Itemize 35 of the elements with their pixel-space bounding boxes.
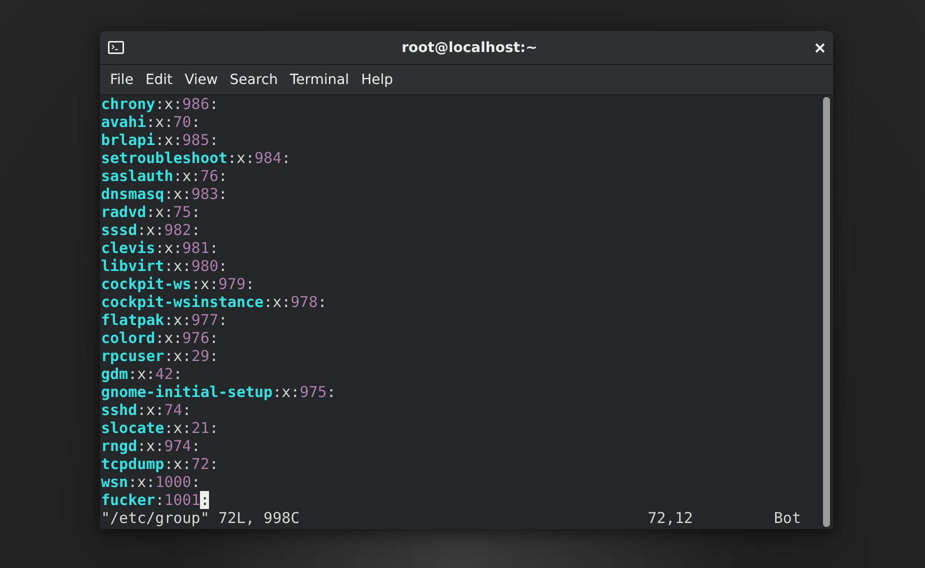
terminal-line: setroubleshoot:x:984: [101,149,292,167]
terminal-line: tcpdump:x:72: [101,455,220,473]
terminal-line: flatpak:x:977: [101,311,228,329]
terminal-line: slocate:x:21: [101,419,220,437]
terminal-line: cockpit-wsinstance:x:978: [101,293,328,311]
terminal-line: dnsmasq:x:983: [101,185,228,203]
status-message: "/etc/group" 72L, 998C [101,509,300,527]
terminal-line: clevis:x:981: [101,239,220,257]
terminal-line: sshd:x:74: [101,401,192,419]
cursor-position: 72,12 [648,509,693,527]
terminal-line: libvirt:x:980: [101,257,228,275]
terminal-line: wsn:x:1000: [101,473,202,491]
menu-item[interactable]: Edit [139,64,179,94]
scroll-position: Bot [774,509,801,527]
terminal-line: avahi:x:70: [101,113,202,131]
menu-item[interactable]: File [104,64,140,94]
terminal-line: cockpit-ws:x:979: [101,275,256,293]
window-title: root@localhost:~ [402,38,538,58]
terminal-line: gdm:x:42: [101,365,184,383]
terminal-icon [108,41,124,54]
terminal-line: fucker:1001: [101,491,210,509]
terminal-line: rpcuser:x:29: [101,347,220,365]
terminal-line: rngd:x:974: [101,437,202,455]
menu-item[interactable]: View [178,64,224,94]
menu-item[interactable]: Terminal [284,64,356,94]
terminal-line: chrony:x:986: [101,95,220,113]
terminal-line: sssd:x:982: [101,221,202,239]
terminal-line: saslauth:x:76: [101,167,228,185]
terminal-line: radvd:x:75: [101,203,202,221]
scrollbar[interactable] [823,95,833,529]
terminal-line: brlapi:x:985: [101,131,220,149]
menu-item[interactable]: Help [355,64,399,94]
terminal-line: colord:x:976: [101,329,220,347]
terminal-line: gnome-initial-setup:x:975: [101,383,337,401]
menu-item[interactable]: Search [224,64,284,94]
